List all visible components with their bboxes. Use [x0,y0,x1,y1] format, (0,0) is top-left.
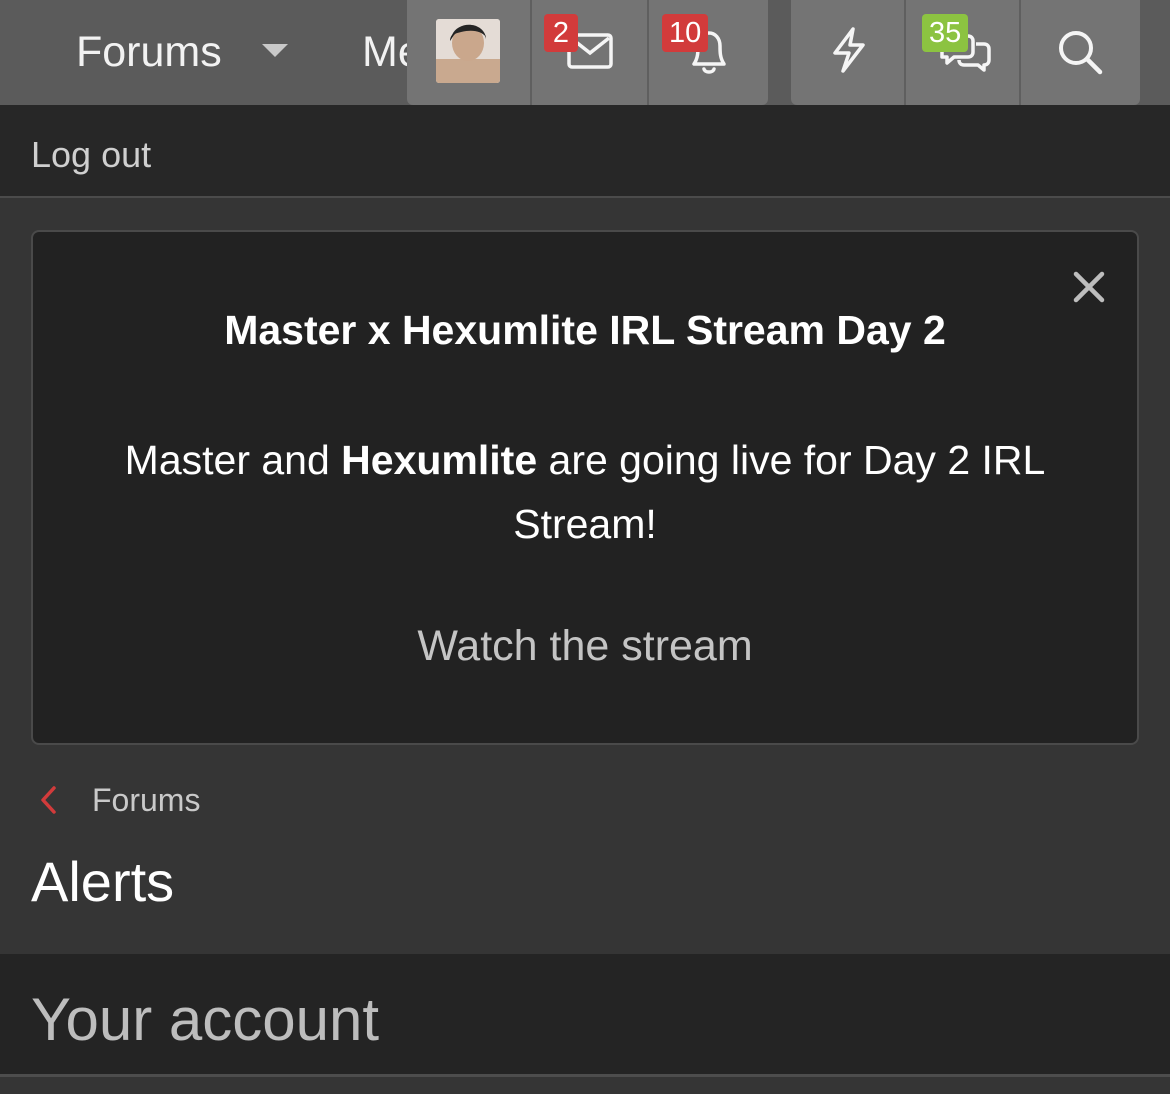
account-bar: Log out [0,105,1170,198]
top-navigation: Forums Me 2 10 35 [0,0,1170,105]
alerts-count-badge: 10 [662,14,709,52]
logout-link[interactable]: Log out [31,133,151,177]
notice-body-highlight: Hexumlite [341,437,538,483]
new-posts-button[interactable]: 35 [904,0,1020,105]
nav-members-tab[interactable]: Me [362,26,412,78]
watch-stream-link[interactable]: Watch the stream [33,618,1137,674]
notice-body-text: Master and [124,437,342,483]
whats-new-button[interactable] [791,0,904,105]
section-header: Your account [0,954,1170,1077]
conversations-button[interactable]: 2 [530,0,648,105]
search-icon [1059,31,1103,75]
chevron-down-icon[interactable] [262,44,288,57]
unread-count-badge: 35 [922,14,969,52]
page-title: Alerts [31,850,175,913]
notice-body-text: are going live for Day 2 IRL Stream! [513,437,1046,547]
chevron-left-icon[interactable] [38,784,60,816]
notice-title: Master x Hexumlite IRL Stream Day 2 [224,307,946,353]
notice-body: Master and Hexumlite are going live for … [90,428,1080,556]
alerts-button[interactable]: 10 [648,0,768,105]
close-icon[interactable] [1072,270,1106,304]
avatar[interactable] [436,19,500,83]
conversations-count-badge: 2 [544,14,578,52]
lightning-icon [833,27,865,73]
nav-forums-tab[interactable]: Forums [76,26,222,78]
search-button[interactable] [1020,0,1140,105]
section-title: Your account [31,986,380,1053]
breadcrumb[interactable]: Forums [92,780,200,820]
